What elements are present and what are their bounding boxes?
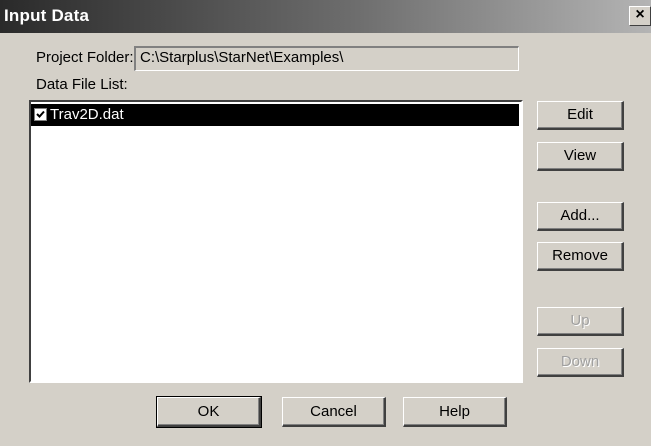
window-title: Input Data (4, 6, 90, 25)
data-file-list[interactable]: Trav2D.dat (29, 100, 523, 383)
data-file-list-label: Data File List: (36, 76, 128, 93)
remove-button[interactable]: Remove (537, 242, 624, 271)
add-button[interactable]: Add... (537, 202, 624, 231)
down-button[interactable]: Down (537, 348, 624, 377)
checkmark-icon (36, 110, 45, 118)
title-bar[interactable]: Input Data × (0, 0, 651, 33)
cancel-button[interactable]: Cancel (282, 397, 386, 427)
file-name: Trav2D.dat (50, 106, 124, 123)
ok-button[interactable]: OK (156, 396, 262, 428)
up-button[interactable]: Up (537, 307, 624, 336)
view-button[interactable]: View (537, 142, 624, 171)
list-item[interactable]: Trav2D.dat (31, 104, 519, 126)
input-data-dialog: Input Data × Project Folder: C:\Starplus… (0, 0, 651, 446)
close-icon: × (635, 6, 645, 23)
close-button[interactable]: × (629, 6, 651, 26)
project-folder-field[interactable]: C:\Starplus\StarNet\Examples\ (134, 46, 519, 71)
project-folder-label: Project Folder: (36, 49, 134, 66)
file-checkbox[interactable] (34, 108, 47, 121)
edit-button[interactable]: Edit (537, 101, 624, 130)
help-button[interactable]: Help (403, 397, 507, 427)
